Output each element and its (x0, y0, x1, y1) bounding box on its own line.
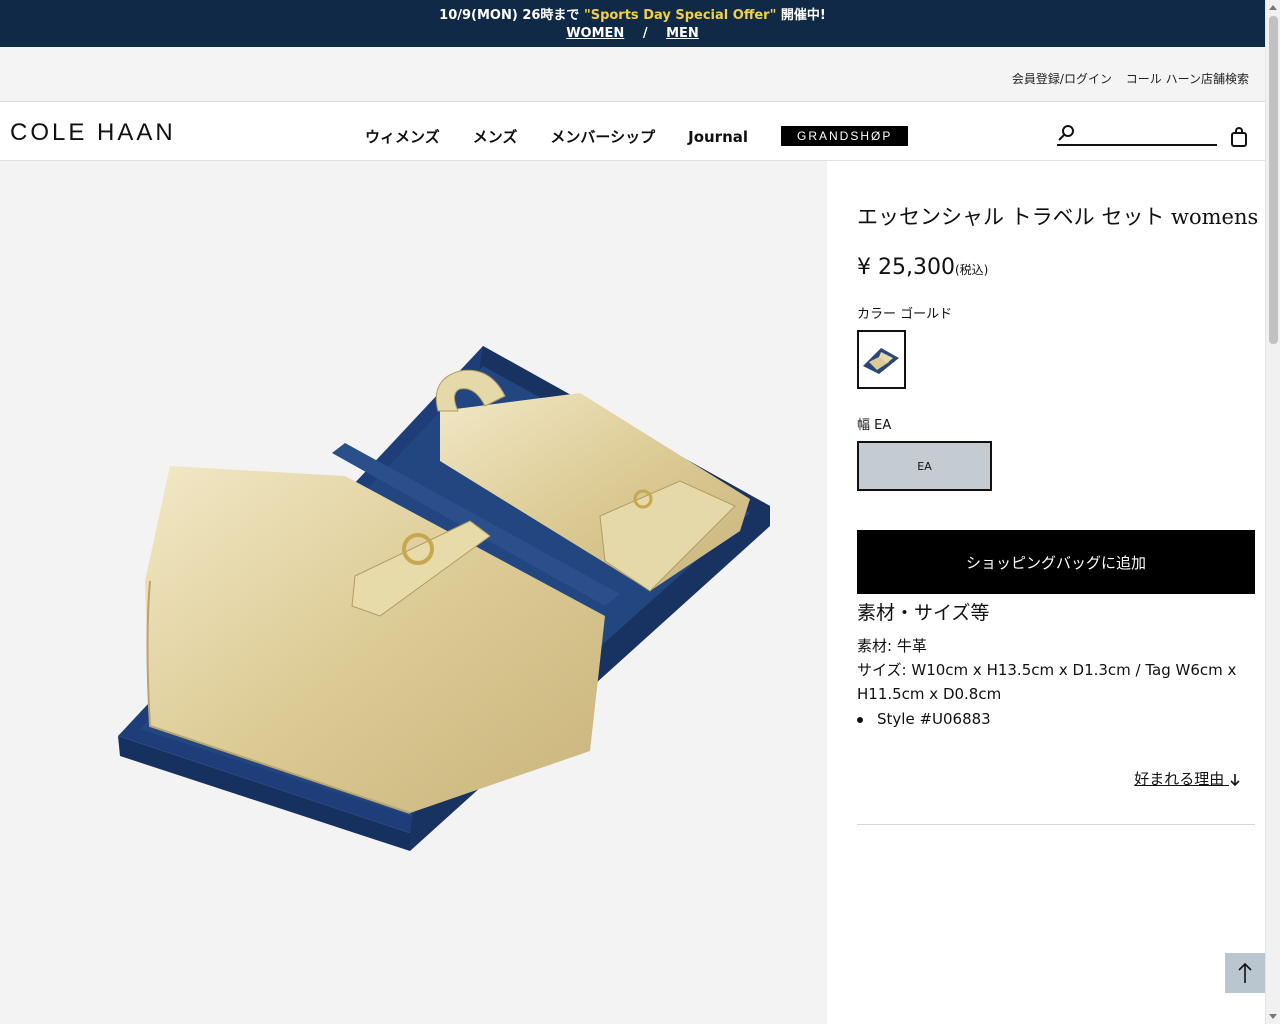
add-to-bag-button[interactable]: ショッピングバッグに追加 (857, 530, 1255, 594)
promo-separator: / (642, 26, 648, 41)
promo-men-link[interactable]: MEN (666, 26, 699, 41)
promo-suffix: 開催中! (776, 8, 826, 23)
section-divider (857, 824, 1255, 825)
page: 10/9(MON) 26時まで "Sports Day Special Offe… (0, 0, 1265, 1024)
search-input[interactable] (1057, 124, 1217, 146)
bullet-icon (857, 716, 863, 723)
reason-link-label: 好まれる理由 (1134, 770, 1225, 788)
spec-title: 素材・サイズ等 (857, 602, 990, 624)
product-price: ¥ 25,300(税込) (857, 255, 988, 280)
tax-note: (税込) (954, 263, 989, 277)
spec-style: Style #U06883 (857, 710, 991, 728)
promo-banner: 10/9(MON) 26時まで "Sports Day Special Offe… (0, 0, 1265, 47)
promo-women-link[interactable]: WOMEN (566, 26, 624, 41)
utility-links: 会員登録/ログイン コール ハーン店舗検索 (1002, 70, 1249, 87)
login-link[interactable]: 会員登録/ログイン (1012, 72, 1112, 86)
price-value: ¥ 25,300 (857, 255, 955, 280)
store-search-link[interactable]: コール ハーン店舗検索 (1126, 72, 1249, 86)
product-image[interactable] (0, 161, 827, 1024)
shopping-bag-icon[interactable] (1230, 126, 1248, 148)
promo-highlight: "Sports Day Special Offer" (583, 8, 777, 23)
style-number: Style #U06883 (877, 710, 991, 728)
search-icon (1058, 125, 1074, 141)
product-details: エッセンシャル トラベル セット womens ¥ 25,300(税込) カラー… (827, 161, 1265, 1024)
scroll-thumb[interactable] (1269, 16, 1278, 344)
back-to-top-button[interactable] (1225, 953, 1265, 993)
spec-material: 素材: 牛革 (857, 637, 927, 655)
spec-size: サイズ: W10cm x H13.5cm x D1.3cm / Tag W6cm… (857, 661, 1237, 703)
promo-links: WOMEN / MEN (0, 26, 1265, 41)
nav-item-womens[interactable]: ウィメンズ (365, 126, 440, 147)
utility-bar: 会員登録/ログイン コール ハーン店舗検索 (0, 47, 1265, 102)
nav-item-mens[interactable]: メンズ (473, 126, 518, 147)
spec-body: 素材: 牛革 サイズ: W10cm x H13.5cm x D1.3cm / T… (857, 634, 1255, 706)
color-swatch[interactable] (857, 330, 906, 389)
main-nav: ウィメンズ メンズ メンバーシップ Journal GRANDSHØP (365, 125, 941, 147)
color-label: カラー ゴールド (857, 307, 953, 322)
arrow-down-icon (1230, 773, 1240, 786)
site-header: COLE HAAN ウィメンズ メンズ メンバーシップ Journal GRAN… (0, 102, 1265, 161)
scroll-up-icon[interactable] (1269, 5, 1277, 10)
product-title: エッセンシャル トラベル セット womens (857, 205, 1259, 229)
width-option-ea[interactable]: EA (857, 441, 992, 491)
promo-prefix: 10/9(MON) 26時まで (439, 8, 584, 23)
nav-item-journal[interactable]: Journal (688, 128, 748, 146)
nav-item-membership[interactable]: メンバーシップ (550, 126, 655, 147)
page-scrollbar[interactable] (1265, 0, 1280, 1024)
scroll-down-icon[interactable] (1269, 1014, 1277, 1019)
promo-text: 10/9(MON) 26時まで "Sports Day Special Offe… (0, 4, 1265, 23)
nav-item-grandshop[interactable]: GRANDSHØP (781, 125, 909, 146)
width-label: 幅 EA (857, 418, 892, 433)
swatch-thumbnail (863, 348, 899, 374)
brand-logo[interactable]: COLE HAAN (10, 119, 176, 147)
reason-link[interactable]: 好まれる理由 (1134, 768, 1241, 789)
product-gallery (0, 161, 827, 1024)
arrow-up-icon (1238, 962, 1252, 983)
